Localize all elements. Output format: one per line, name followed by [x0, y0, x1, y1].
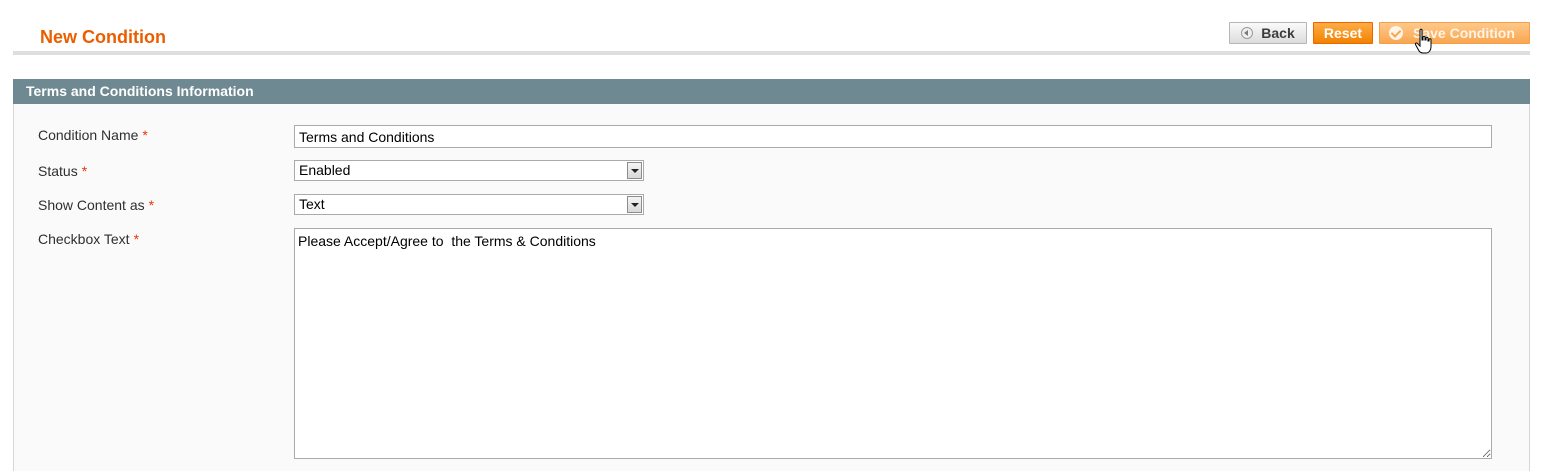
- condition-name-label-text: Condition Name: [38, 127, 139, 143]
- status-select[interactable]: Enabled: [294, 160, 644, 181]
- status-selected-value: Enabled: [299, 162, 351, 178]
- save-condition-button[interactable]: Save Condition: [1379, 22, 1530, 44]
- back-button-label: Back: [1261, 25, 1295, 41]
- title-divider: [13, 51, 1530, 55]
- check-icon: [1389, 26, 1403, 40]
- reset-button-label: Reset: [1323, 25, 1363, 41]
- back-arrow-icon: [1241, 27, 1254, 39]
- checkbox-text-textarea[interactable]: Please Accept/Agree to the Terms & Condi…: [294, 228, 1492, 459]
- required-mark: *: [81, 163, 88, 179]
- back-button[interactable]: Back: [1229, 22, 1307, 44]
- show-content-as-selected-value: Text: [299, 196, 325, 212]
- show-content-as-label-text: Show Content as: [38, 197, 145, 213]
- section-header: Terms and Conditions Information: [13, 79, 1530, 104]
- reset-button[interactable]: Reset: [1313, 22, 1373, 44]
- status-label-text: Status: [38, 163, 78, 179]
- chevron-down-icon[interactable]: [627, 162, 642, 179]
- required-mark: *: [142, 127, 148, 143]
- chevron-down-icon[interactable]: [627, 196, 642, 213]
- condition-name-input[interactable]: [294, 125, 1492, 148]
- condition-name-label: Condition Name *: [38, 127, 148, 143]
- required-mark: *: [148, 197, 155, 213]
- show-content-as-label: Show Content as *: [38, 197, 154, 213]
- required-mark: *: [133, 231, 140, 247]
- status-label: Status *: [38, 163, 87, 179]
- section-title: Terms and Conditions Information: [26, 83, 254, 99]
- page-title: New Condition: [40, 27, 166, 47]
- checkbox-text-label-text: Checkbox Text: [38, 231, 130, 247]
- hand-pointer-icon: [1414, 28, 1432, 54]
- checkbox-text-label: Checkbox Text *: [38, 231, 139, 247]
- show-content-as-select[interactable]: Text: [294, 194, 644, 215]
